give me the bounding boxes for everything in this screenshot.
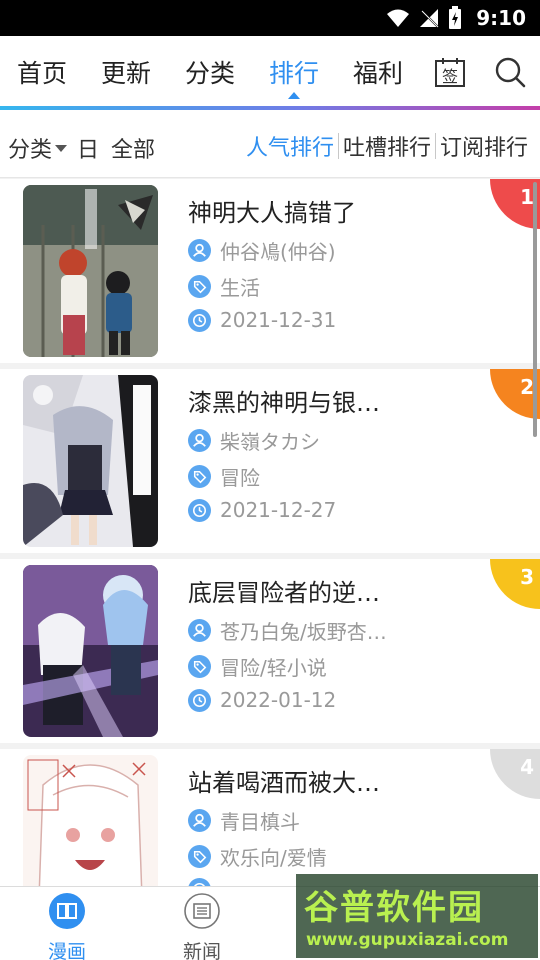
- manga-cover: [23, 375, 158, 547]
- tag-icon: [188, 845, 211, 868]
- manga-tags: 生活: [220, 276, 260, 300]
- newspaper-icon: [184, 893, 220, 929]
- category-filter-dropdown[interactable]: 分类: [8, 132, 52, 164]
- active-tab-indicator: [288, 92, 300, 99]
- bottom-tab-label: 漫画: [47, 941, 86, 960]
- tab-subscription-ranking[interactable]: 订阅排行: [436, 130, 532, 162]
- author-icon: [188, 239, 211, 262]
- date-row: 2022-01-12: [188, 688, 336, 712]
- tag-row: 欢乐向/爱情: [188, 842, 327, 871]
- status-icons: 9:10: [386, 4, 526, 32]
- clock-icon: [188, 498, 211, 522]
- search-icon[interactable]: [494, 56, 526, 88]
- watermark-url: www.gupuxiazai.com: [306, 930, 509, 950]
- tab-comment-ranking[interactable]: 吐槽排行: [339, 130, 435, 162]
- manga-author: 仲谷鳰(仲谷): [220, 240, 336, 264]
- date-row: 2021-12-27: [188, 498, 336, 522]
- author-icon: [188, 429, 211, 452]
- filter-bar: 分类 日 全部 人气排行 吐槽排行 订阅排行: [0, 110, 540, 178]
- manga-tags: 冒险: [220, 466, 260, 490]
- sign-label: 签: [442, 67, 458, 86]
- rank-type-tabs: 人气排行 吐槽排行 订阅排行: [242, 130, 532, 162]
- update-date: 2021-12-31: [220, 308, 337, 332]
- clock-icon: [188, 308, 211, 332]
- manga-title: 漆黑的神明与银…: [188, 389, 380, 417]
- tab-ranking[interactable]: 排行: [269, 54, 319, 90]
- manga-title: 站着喝酒而被大…: [188, 769, 380, 797]
- filter-options: 分类 日 全部: [8, 132, 155, 164]
- author-row: 柴嶺タカシ: [188, 426, 320, 455]
- rank-number: 1: [520, 185, 534, 209]
- dropdown-arrow-icon: [55, 144, 68, 152]
- tag-icon: [188, 655, 211, 678]
- tab-popularity-ranking[interactable]: 人气排行: [242, 130, 338, 162]
- clock-icon: [188, 688, 211, 712]
- signal-icon: [420, 9, 439, 28]
- tag-row: 冒险: [188, 462, 260, 491]
- watermark: 谷普软件园 www.gupuxiazai.com: [296, 874, 538, 958]
- manga-cover: [23, 565, 158, 737]
- screen: 9:10 首页 更新 分类 排行 福利 签 分类 日 全部 人气排行 吐槽排行 …: [0, 0, 540, 960]
- bottom-tab-label: 新闻: [182, 941, 221, 960]
- status-bar: 9:10: [0, 0, 540, 36]
- scrollbar[interactable]: [533, 182, 537, 437]
- tab-home[interactable]: 首页: [17, 54, 67, 90]
- bottom-tab-news[interactable]: 新闻: [157, 893, 247, 960]
- author-icon: [188, 809, 211, 832]
- status-time: 9:10: [476, 6, 526, 30]
- manga-tags: 欢乐向/爱情: [220, 846, 327, 870]
- period-filter[interactable]: 日: [77, 132, 99, 164]
- watermark-text: 谷普软件园: [304, 888, 484, 928]
- rank-number: 2: [520, 375, 534, 399]
- list-item[interactable]: 漆黑的神明与银… 柴嶺タカシ 冒险 2021-12-27 2: [0, 369, 540, 553]
- rank-number: 3: [520, 565, 534, 589]
- manga-cover: [23, 185, 158, 357]
- tag-row: 冒险/轻小说: [188, 652, 327, 681]
- tab-welfare[interactable]: 福利: [353, 54, 403, 90]
- author-icon: [188, 619, 211, 642]
- sign-in-calendar-icon[interactable]: 签: [434, 56, 466, 88]
- tag-icon: [188, 275, 211, 298]
- tag-icon: [188, 465, 211, 488]
- author-row: 青目槙斗: [188, 806, 300, 835]
- update-date: 2022-01-12: [220, 688, 337, 712]
- date-row: 2021-12-31: [188, 308, 336, 332]
- update-date: 2021-12-27: [220, 498, 337, 522]
- tag-row: 生活: [188, 272, 260, 301]
- author-row: 苍乃白兔/坂野杏…: [188, 616, 387, 645]
- wifi-icon: [387, 9, 410, 27]
- bottom-tab-comics[interactable]: 漫画: [22, 893, 112, 960]
- author-row: 仲谷鳰(仲谷): [188, 236, 336, 265]
- list-item[interactable]: 神明大人搞错了 仲谷鳰(仲谷) 生活 2021-12-31 1: [0, 179, 540, 363]
- manga-author: 柴嶺タカシ: [220, 430, 320, 454]
- top-nav: 首页 更新 分类 排行 福利 签: [0, 36, 540, 110]
- tab-updates[interactable]: 更新: [101, 54, 151, 90]
- rank-number: 4: [520, 755, 534, 779]
- manga-author: 青目槙斗: [220, 810, 300, 834]
- tab-categories[interactable]: 分类: [185, 54, 235, 90]
- manga-title: 神明大人搞错了: [188, 199, 356, 227]
- battery-icon: [449, 6, 462, 29]
- list-item[interactable]: 底层冒险者的逆… 苍乃白兔/坂野杏… 冒险/轻小说 2022-01-12 3: [0, 559, 540, 743]
- scope-filter[interactable]: 全部: [111, 132, 155, 164]
- comic-book-icon: [49, 893, 85, 929]
- manga-title: 底层冒险者的逆…: [188, 579, 380, 607]
- manga-author: 苍乃白兔/坂野杏…: [220, 620, 387, 644]
- manga-tags: 冒险/轻小说: [220, 656, 327, 680]
